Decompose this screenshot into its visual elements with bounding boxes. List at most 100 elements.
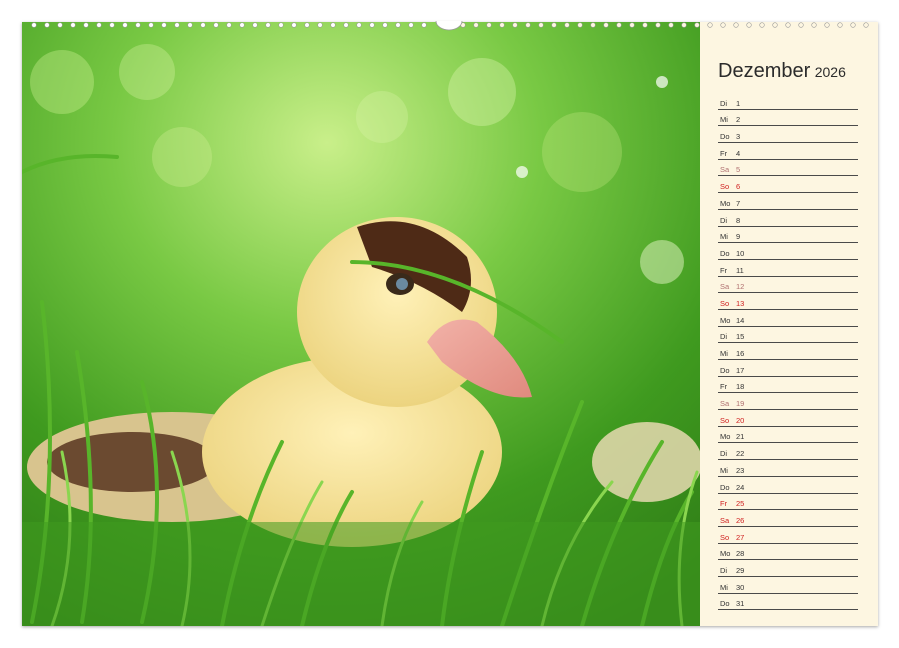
- binding-hole: [109, 22, 115, 28]
- day-number: 1: [736, 98, 741, 108]
- binding-hole: [473, 22, 479, 28]
- binding-hole: [655, 22, 661, 28]
- day-number: 22: [736, 449, 745, 459]
- binding-hole: [629, 22, 635, 28]
- binding-hole: [278, 22, 284, 28]
- binding-hole: [57, 22, 63, 28]
- day-weekday: Do: [720, 599, 730, 609]
- day-number: 8: [736, 215, 741, 225]
- day-weekday: Do: [720, 248, 730, 258]
- day-row: So 6: [718, 176, 858, 194]
- calendar-page: Dezember 2026 Di 1 Mi 2 Do 3 Fr 4 Sa 5 So 6 Mo 7 Di 8 Mi…: [22, 22, 878, 626]
- day-number: 2: [736, 115, 741, 125]
- binding-hole: [356, 22, 362, 28]
- day-list: Di 1 Mi 2 Do 3 Fr 4 Sa 5 So 6 Mo 7 Di 8 Mi 9 Do 10 Fr 11 Sa 12 S…: [718, 93, 858, 611]
- day-row: So 20: [718, 410, 858, 427]
- binding-hole: [369, 22, 375, 28]
- day-number: 16: [736, 349, 745, 358]
- day-weekday: Sa: [720, 399, 730, 409]
- binding-hole: [343, 22, 349, 28]
- day-weekday: So: [720, 182, 730, 192]
- day-weekday: So: [720, 298, 730, 308]
- binding-hole: [707, 22, 713, 28]
- binding-hole: [161, 22, 167, 28]
- binding-hole: [330, 22, 336, 28]
- binding-hole: [811, 22, 817, 28]
- day-row: Fr 18: [718, 377, 858, 394]
- day-weekday: Fr: [720, 499, 728, 509]
- binding-hole: [44, 22, 50, 28]
- day-number: 14: [736, 315, 745, 325]
- binding-hole: [291, 22, 297, 28]
- day-row: Mo 14: [718, 310, 858, 327]
- day-number: 7: [736, 198, 741, 208]
- binding-hole: [837, 22, 843, 28]
- day-weekday: Fr: [720, 148, 728, 158]
- binding-hole: [668, 22, 674, 28]
- binding-hole: [96, 22, 102, 28]
- binding-hole: [239, 22, 245, 28]
- binding-hole: [499, 22, 505, 28]
- day-row: Sa 12: [718, 277, 858, 294]
- binding-hole: [590, 22, 596, 28]
- binding-hole: [733, 22, 739, 28]
- day-number: 11: [736, 265, 744, 275]
- day-row: Do 31: [718, 594, 858, 611]
- day-row: Di 8: [718, 210, 858, 227]
- binding-hole: [512, 22, 518, 28]
- binding-hole: [785, 22, 791, 28]
- day-weekday: Fr: [720, 382, 728, 392]
- binding-hole: [174, 22, 180, 28]
- day-number: 12: [736, 282, 745, 292]
- binding-hole: [486, 22, 492, 28]
- day-number: 19: [736, 399, 745, 409]
- day-row: Mi 9: [718, 227, 858, 244]
- binding-hole: [863, 22, 869, 28]
- day-number: 9: [736, 232, 741, 242]
- day-weekday: Do: [720, 482, 730, 492]
- binding-hole: [850, 22, 856, 28]
- binding-hole: [772, 22, 778, 28]
- day-weekday: Mi: [720, 232, 728, 242]
- day-row: So 13: [718, 293, 858, 310]
- binding-hole: [226, 22, 232, 28]
- day-weekday: Mo: [720, 198, 731, 208]
- day-weekday: Di: [720, 98, 728, 108]
- day-number: 21: [736, 432, 745, 442]
- day-row: Mi 2: [718, 110, 858, 127]
- day-number: 23: [736, 465, 745, 475]
- hanger-notch: [435, 21, 463, 31]
- binding-hole: [577, 22, 583, 28]
- binding-hole: [187, 22, 193, 28]
- day-row: Mo 7: [718, 193, 858, 210]
- day-row: Di 29: [718, 560, 858, 577]
- day-weekday: Sa: [720, 282, 730, 292]
- day-row: Mo 28: [718, 544, 858, 561]
- day-row: So 27: [718, 527, 858, 544]
- day-row: Di 1: [718, 93, 858, 110]
- binding-hole: [395, 22, 401, 28]
- day-row: Sa 19: [718, 393, 858, 411]
- day-row: Do 3: [718, 126, 858, 144]
- binding-hole: [681, 22, 687, 28]
- binding-hole: [304, 22, 310, 28]
- day-row: Do 10: [718, 243, 858, 260]
- day-weekday: Mi: [720, 349, 728, 358]
- binding-hole: [616, 22, 622, 28]
- month-name: Dezember: [718, 60, 811, 82]
- day-number: 3: [736, 132, 741, 142]
- day-weekday: Mi: [720, 115, 728, 125]
- spiral-binding: [22, 21, 878, 31]
- day-number: 25: [736, 499, 745, 509]
- day-number: 26: [736, 515, 745, 525]
- day-number: 10: [736, 248, 745, 258]
- day-row: Sa 5: [718, 160, 858, 177]
- day-weekday: Sa: [720, 165, 730, 175]
- day-row: Do 17: [718, 360, 858, 377]
- month-title: Dezember 2026: [718, 60, 846, 83]
- day-weekday: Mo: [720, 432, 731, 442]
- binding-hole: [564, 22, 570, 28]
- day-weekday: Di: [720, 215, 728, 225]
- day-row: Do 24: [718, 477, 858, 494]
- day-weekday: Di: [720, 565, 728, 575]
